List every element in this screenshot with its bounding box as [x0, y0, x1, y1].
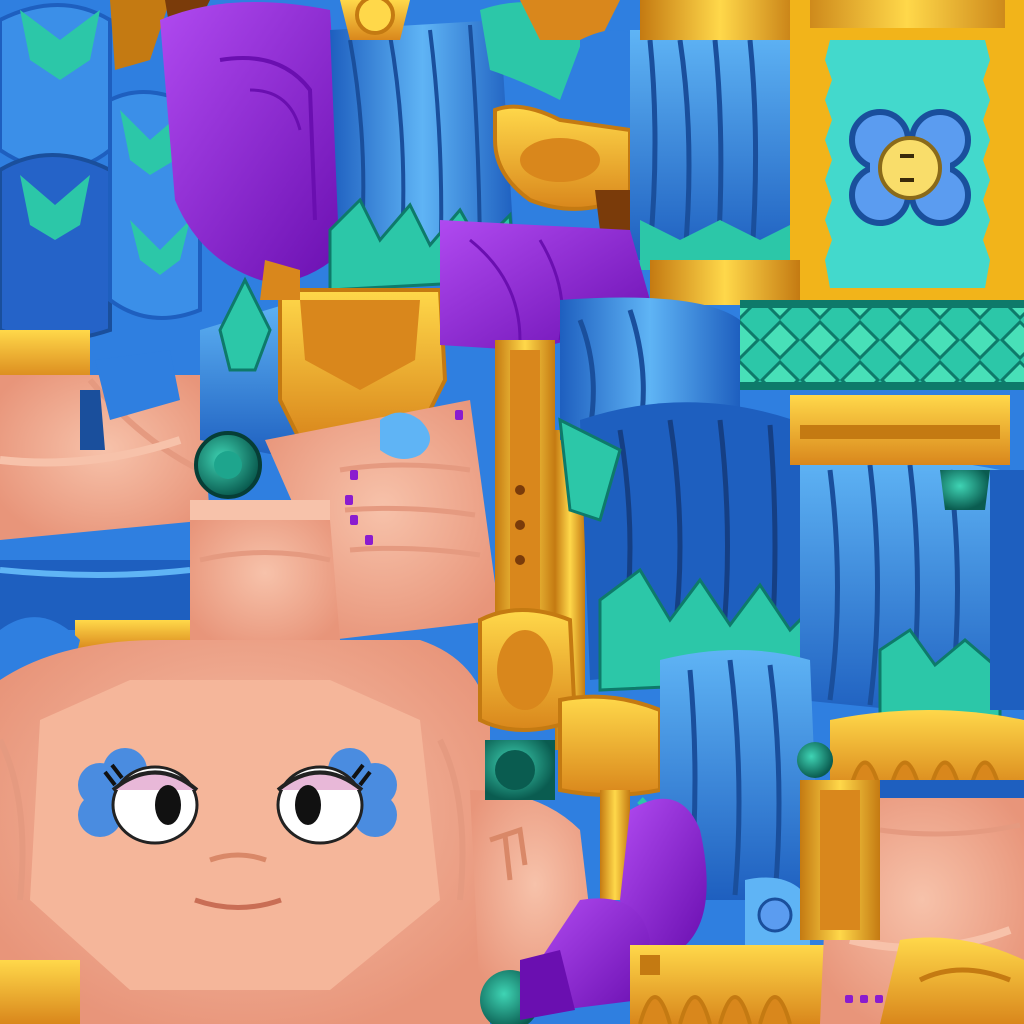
diamond-lattice-strip	[740, 300, 1024, 390]
gold-arcade-bottom	[630, 945, 830, 1024]
skin-neck	[190, 500, 340, 650]
character-face-icon	[0, 640, 490, 1024]
skin-foot	[800, 780, 1024, 1024]
gem-stud-icon	[194, 431, 262, 499]
gold-band-left	[0, 330, 90, 380]
flower-panel	[808, 28, 1008, 303]
texture-atlas	[0, 0, 1024, 1024]
blue-stripe-panel-top	[630, 30, 790, 270]
